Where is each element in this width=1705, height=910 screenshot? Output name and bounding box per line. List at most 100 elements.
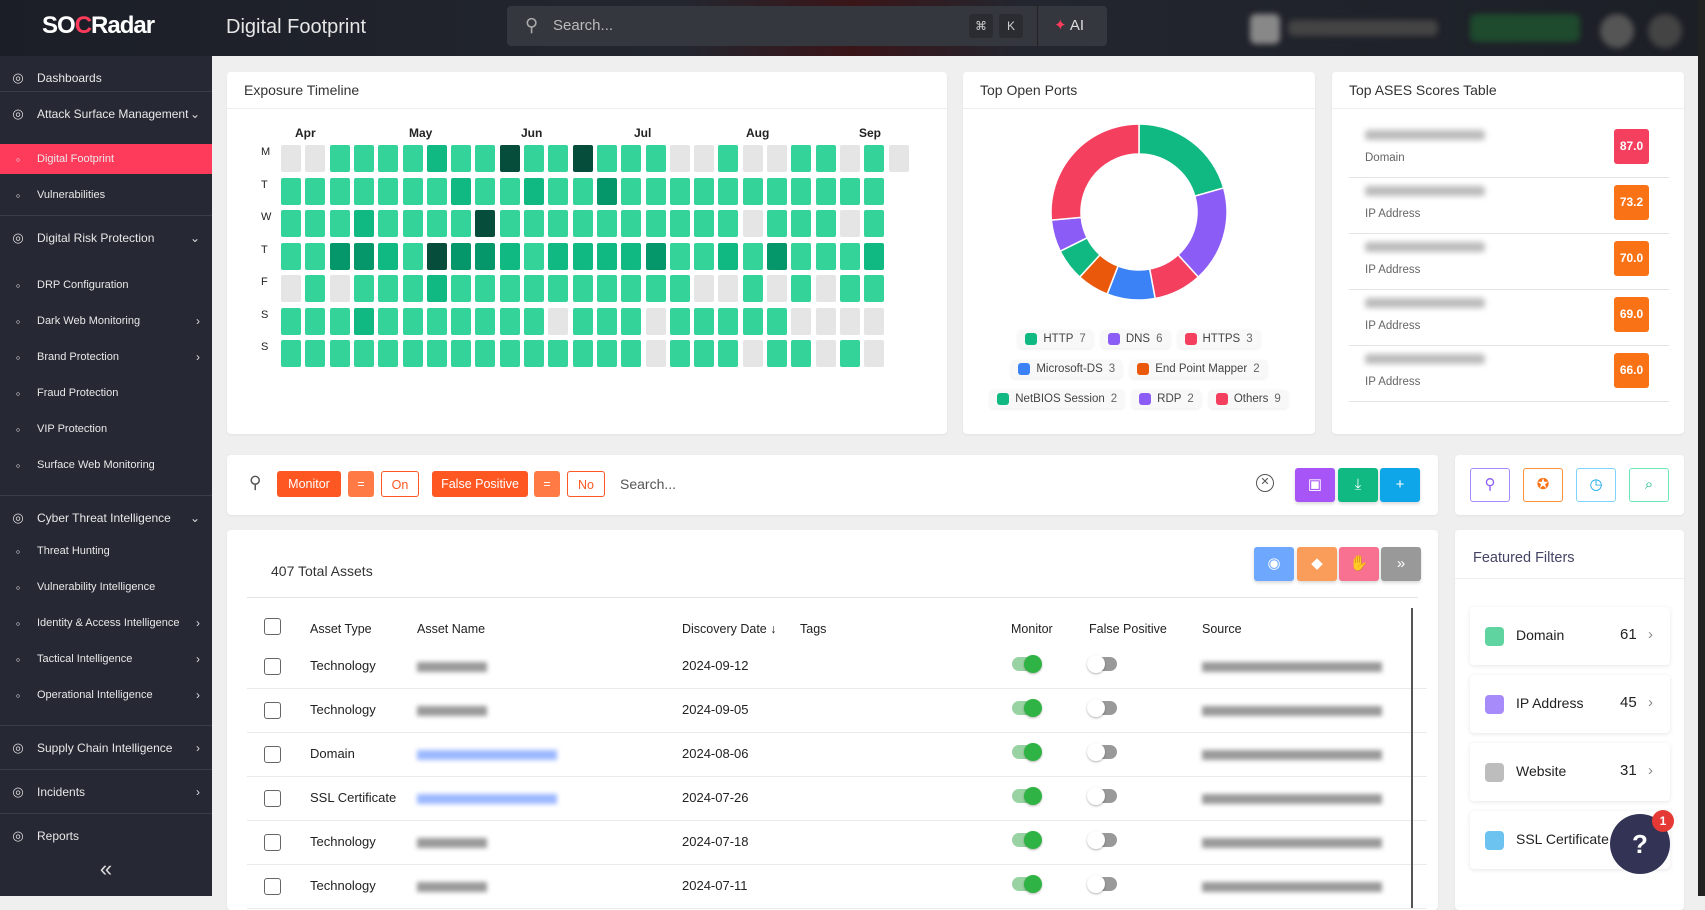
heatmap-cell[interactable] xyxy=(669,340,690,367)
heatmap-cell[interactable] xyxy=(281,242,301,270)
heatmap-cell[interactable] xyxy=(329,177,350,205)
heatmap-cell[interactable] xyxy=(305,275,326,302)
heatmap-cell[interactable] xyxy=(864,242,885,270)
table-row[interactable]: Technology 2024-07-18 xyxy=(247,821,1427,865)
sidebar-item-tactical-intelligence[interactable]: ◦ Tactical Intelligence › xyxy=(0,644,212,674)
select-all-checkbox[interactable] xyxy=(264,618,281,635)
sidebar-item-incidents[interactable]: ◎ Incidents › xyxy=(0,770,212,814)
heatmap-cell[interactable] xyxy=(669,307,690,335)
donut-slice-others[interactable] xyxy=(1050,123,1140,221)
heatmap-cell[interactable] xyxy=(694,307,715,335)
heatmap-cell[interactable] xyxy=(281,275,301,302)
heatmap-cell[interactable] xyxy=(451,210,472,237)
ases-row[interactable]: IP Address 70.0 xyxy=(1349,234,1669,290)
heatmap-cell[interactable] xyxy=(767,307,787,335)
dislike-button[interactable]: ✋ xyxy=(1339,547,1379,581)
legend-item[interactable]: RDP 2 xyxy=(1132,390,1201,408)
heatmap-cell[interactable] xyxy=(645,145,666,172)
heatmap-cell[interactable] xyxy=(718,307,739,335)
company-avatar[interactable] xyxy=(1250,14,1280,44)
row-checkbox[interactable] xyxy=(264,658,281,675)
heatmap-cell[interactable] xyxy=(548,177,569,205)
heatmap-cell[interactable] xyxy=(839,275,860,302)
heatmap-cell[interactable] xyxy=(451,242,472,270)
row-checkbox[interactable] xyxy=(264,702,281,719)
more-button[interactable]: » xyxy=(1381,547,1421,581)
heatmap-cell[interactable] xyxy=(791,210,812,237)
heatmap-cell[interactable] xyxy=(669,242,690,270)
ai-button[interactable]: ✦ AI xyxy=(1037,6,1107,46)
heatmap-cell[interactable] xyxy=(281,145,301,172)
heatmap-cell[interactable] xyxy=(767,210,787,237)
filter-value-on[interactable]: On xyxy=(381,471,419,497)
heatmap-cell[interactable] xyxy=(499,275,520,302)
heatmap-cell[interactable] xyxy=(815,275,836,302)
heatmap-cell[interactable] xyxy=(621,242,642,270)
false-positive-toggle[interactable] xyxy=(1087,699,1117,717)
donut-slice-http[interactable] xyxy=(1138,123,1225,198)
heatmap-cell[interactable] xyxy=(378,307,399,335)
heatmap-cell[interactable] xyxy=(669,145,690,172)
search-input[interactable]: Search... xyxy=(553,17,613,34)
heatmap-cell[interactable] xyxy=(815,145,836,172)
heatmap-cell[interactable] xyxy=(548,242,569,270)
heatmap-cell[interactable] xyxy=(305,145,326,172)
heatmap-cell[interactable] xyxy=(329,275,350,302)
filter-operator[interactable]: = xyxy=(348,471,374,497)
heatmap-cell[interactable] xyxy=(767,275,787,302)
award-icon[interactable]: ✪ xyxy=(1523,468,1563,502)
heatmap-cell[interactable] xyxy=(669,177,690,205)
heatmap-cell[interactable] xyxy=(524,145,544,172)
heatmap-cell[interactable] xyxy=(499,340,520,367)
legend-item[interactable]: DNS 6 xyxy=(1100,330,1170,348)
heatmap-cell[interactable] xyxy=(378,145,399,172)
heatmap-cell[interactable] xyxy=(645,340,666,367)
heatmap-cell[interactable] xyxy=(353,340,374,367)
heatmap-cell[interactable] xyxy=(475,210,496,237)
heatmap-cell[interactable] xyxy=(524,177,544,205)
heatmap-cell[interactable] xyxy=(742,145,763,172)
heatmap-cell[interactable] xyxy=(864,275,885,302)
heatmap-cell[interactable] xyxy=(791,177,812,205)
heatmap-cell[interactable] xyxy=(572,145,593,172)
download-button[interactable]: ⤓ xyxy=(1338,468,1378,502)
heatmap-cell[interactable] xyxy=(839,177,860,205)
heatmap-cell[interactable] xyxy=(742,340,763,367)
asset-name-redacted[interactable] xyxy=(417,662,487,672)
heatmap-cell[interactable] xyxy=(451,307,472,335)
heatmap-cell[interactable] xyxy=(572,307,593,335)
heatmap-cell[interactable] xyxy=(548,340,569,367)
heatmap-cell[interactable] xyxy=(499,145,520,172)
heatmap-cell[interactable] xyxy=(548,145,569,172)
heatmap-cell[interactable] xyxy=(426,307,447,335)
tag-button[interactable]: ◆ xyxy=(1297,547,1337,581)
heatmap-cell[interactable] xyxy=(281,177,301,205)
heatmap-cell[interactable] xyxy=(815,177,836,205)
legend-item[interactable]: Microsoft-DS 3 xyxy=(1011,360,1123,378)
heatmap-cell[interactable] xyxy=(839,242,860,270)
heatmap-cell[interactable] xyxy=(596,340,617,367)
heatmap-cell[interactable] xyxy=(499,210,520,237)
heatmap-cell[interactable] xyxy=(767,177,787,205)
heatmap-cell[interactable] xyxy=(499,177,520,205)
heatmap-cell[interactable] xyxy=(451,145,472,172)
featured-filter-website[interactable]: Website 31 › xyxy=(1470,743,1670,801)
heatmap-cell[interactable] xyxy=(694,177,715,205)
column-header[interactable]: Asset Name xyxy=(417,622,485,636)
table-row[interactable]: Technology 2024-09-05 xyxy=(247,689,1427,733)
heatmap-cell[interactable] xyxy=(864,307,885,335)
row-checkbox[interactable] xyxy=(264,746,281,763)
heatmap-cell[interactable] xyxy=(548,275,569,302)
heatmap-cell[interactable] xyxy=(451,177,472,205)
location-pin-icon[interactable]: ⚲ xyxy=(1470,468,1510,502)
heatmap-cell[interactable] xyxy=(694,275,715,302)
asset-name-redacted[interactable] xyxy=(417,882,487,892)
heatmap-cell[interactable] xyxy=(742,242,763,270)
heatmap-cell[interactable] xyxy=(378,340,399,367)
view-button[interactable]: ◉ xyxy=(1254,547,1294,581)
heatmap-cell[interactable] xyxy=(281,210,301,237)
filter-chip-monitor[interactable]: Monitor xyxy=(277,471,341,497)
heatmap-cell[interactable] xyxy=(621,210,642,237)
sidebar-item-brand-protection[interactable]: ◦ Brand Protection › xyxy=(0,342,212,372)
asset-name-redacted[interactable] xyxy=(417,750,557,760)
